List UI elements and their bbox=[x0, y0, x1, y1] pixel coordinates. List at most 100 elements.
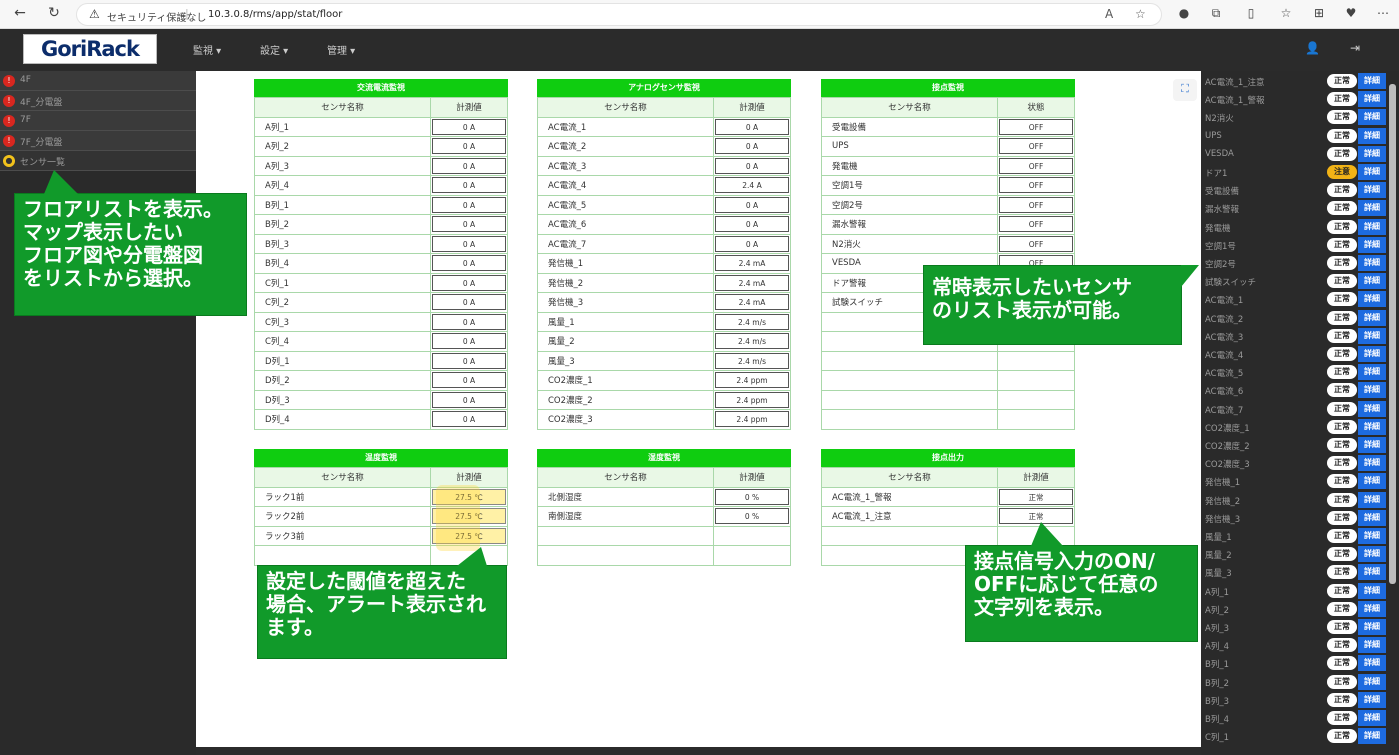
sensor-list-item: 発信機_2 正常 詳細 bbox=[1201, 491, 1387, 509]
nav-settings[interactable]: 設定 ▾ bbox=[260, 42, 288, 57]
detail-button[interactable]: 詳細 bbox=[1358, 273, 1386, 290]
sensor-list-name: AC電流_1 bbox=[1205, 296, 1244, 307]
split-screen-icon[interactable]: ▯ bbox=[1242, 6, 1260, 20]
detail-button[interactable]: 詳細 bbox=[1358, 546, 1386, 563]
detail-button[interactable]: 詳細 bbox=[1358, 182, 1386, 199]
profile-circle-icon[interactable]: ● bbox=[1175, 6, 1193, 20]
sensor-name: AC電流_4 bbox=[537, 175, 714, 196]
detail-button[interactable]: 詳細 bbox=[1358, 509, 1386, 526]
detail-button[interactable]: 詳細 bbox=[1358, 291, 1386, 308]
detail-button[interactable]: 詳細 bbox=[1358, 109, 1386, 126]
sensor-value: 0 A bbox=[715, 157, 789, 174]
sensor-list-scrollbar[interactable] bbox=[1389, 84, 1396, 584]
favorites-icon[interactable]: ☆ bbox=[1277, 6, 1295, 20]
sensor-value: 2.4 mA bbox=[715, 274, 789, 291]
reload-icon[interactable]: ↻ bbox=[44, 5, 64, 21]
alert-icon: ! bbox=[3, 135, 15, 147]
detail-button[interactable]: 詳細 bbox=[1358, 218, 1386, 235]
floor-item-sensor-list[interactable]: ● センサ一覧 bbox=[0, 151, 196, 171]
sensor-list-item: B列_3 正常 詳細 bbox=[1201, 691, 1387, 709]
back-icon[interactable]: ← bbox=[10, 5, 30, 21]
detail-button[interactable]: 詳細 bbox=[1358, 728, 1386, 745]
logout-icon[interactable]: ⇥ bbox=[1350, 41, 1360, 55]
detail-button[interactable]: 詳細 bbox=[1358, 164, 1386, 180]
sensor-value: 0 A bbox=[432, 372, 506, 389]
table-row: AC電流_7 0 A bbox=[537, 233, 791, 254]
sensor-list-name: AC電流_2 bbox=[1205, 314, 1244, 325]
detail-button[interactable]: 詳細 bbox=[1358, 346, 1386, 362]
sensor-name: ラック2前 bbox=[254, 506, 431, 527]
detail-button[interactable]: 詳細 bbox=[1358, 200, 1386, 217]
table-row: B列_3 0 A bbox=[254, 233, 508, 254]
fullscreen-icon[interactable]: ⛶ bbox=[1173, 79, 1197, 101]
table-row: B列_2 0 A bbox=[254, 214, 508, 235]
status-badge: 注意 bbox=[1327, 165, 1357, 179]
detail-button[interactable]: 詳細 bbox=[1358, 619, 1386, 635]
table-row: AC電流_1_警報 正常 bbox=[821, 486, 1075, 507]
column-header-name: センサ名称 bbox=[821, 467, 998, 488]
status-badge: 正常 bbox=[1327, 383, 1357, 398]
user-icon[interactable]: 👤 bbox=[1305, 41, 1320, 55]
sensor-list-item: CO2濃度_1 正常 詳細 bbox=[1201, 418, 1387, 436]
read-aloud-icon[interactable]: A bbox=[1105, 7, 1113, 21]
favorite-star-icon[interactable]: ☆ bbox=[1135, 7, 1146, 21]
detail-button[interactable]: 詳細 bbox=[1358, 528, 1386, 544]
performance-icon[interactable]: ♥ bbox=[1342, 6, 1360, 20]
detail-button[interactable]: 詳細 bbox=[1358, 73, 1386, 89]
extensions-icon[interactable]: ⧉ bbox=[1207, 6, 1225, 21]
address-bar[interactable]: ⚠ セキュリティ保護なし | 10.3.0.8/rms/app/stat/flo… bbox=[76, 3, 1162, 26]
detail-button[interactable]: 詳細 bbox=[1358, 582, 1386, 599]
detail-button[interactable]: 詳細 bbox=[1358, 91, 1386, 108]
sensor-list-name: 漏水警報 bbox=[1205, 205, 1240, 216]
detail-button[interactable]: 詳細 bbox=[1358, 145, 1386, 162]
status-badge: 正常 bbox=[1327, 620, 1357, 634]
detail-button[interactable]: 詳細 bbox=[1358, 364, 1386, 381]
floor-item-4f-panel[interactable]: ! 4F_分電盤 bbox=[0, 91, 196, 111]
detail-button[interactable]: 詳細 bbox=[1358, 382, 1386, 399]
column-header-name: センサ名称 bbox=[254, 97, 431, 118]
detail-button[interactable]: 詳細 bbox=[1358, 437, 1386, 453]
floor-item-4f[interactable]: ! 4F bbox=[0, 71, 196, 91]
detail-button[interactable]: 詳細 bbox=[1358, 673, 1386, 690]
sensor-list-name: AC電流_6 bbox=[1205, 387, 1244, 398]
collections-icon[interactable]: ⊞ bbox=[1310, 6, 1328, 20]
sensor-value: 0 A bbox=[432, 216, 506, 233]
detail-button[interactable]: 詳細 bbox=[1358, 255, 1386, 271]
detail-button[interactable]: 詳細 bbox=[1358, 600, 1386, 617]
table-row bbox=[821, 370, 1075, 391]
sensor-value: 2.4 mA bbox=[715, 294, 789, 311]
sensor-list-name: B列_4 bbox=[1205, 715, 1229, 725]
nav-monitor[interactable]: 監視 ▾ bbox=[193, 42, 221, 57]
status-badge: 正常 bbox=[1327, 237, 1357, 252]
detail-button[interactable]: 詳細 bbox=[1358, 710, 1386, 726]
detail-button[interactable]: 詳細 bbox=[1358, 491, 1386, 508]
detail-button[interactable]: 詳細 bbox=[1358, 564, 1386, 581]
detail-button[interactable]: 詳細 bbox=[1358, 655, 1386, 672]
sensor-name: D列_2 bbox=[254, 370, 431, 391]
nav-admin[interactable]: 管理 ▾ bbox=[327, 42, 355, 57]
detail-button[interactable]: 詳細 bbox=[1358, 473, 1386, 490]
detail-button[interactable]: 詳細 bbox=[1358, 327, 1386, 344]
detail-button[interactable]: 詳細 bbox=[1358, 400, 1386, 417]
sensor-value: 0 A bbox=[432, 235, 506, 252]
detail-button[interactable]: 詳細 bbox=[1358, 236, 1386, 253]
detail-button[interactable]: 詳細 bbox=[1358, 637, 1386, 654]
sensor-list-item: 風量_1 正常 詳細 bbox=[1201, 527, 1387, 545]
sensor-list-name: C列_1 bbox=[1205, 733, 1230, 744]
detail-button[interactable]: 詳細 bbox=[1358, 418, 1386, 435]
app-logo[interactable]: GoriRack bbox=[23, 34, 157, 64]
sensor-name: AC電流_2 bbox=[537, 136, 714, 157]
detail-button[interactable]: 詳細 bbox=[1358, 309, 1386, 326]
detail-button[interactable]: 詳細 bbox=[1358, 691, 1386, 708]
floor-item-7f-panel[interactable]: ! 7F_分電盤 bbox=[0, 131, 196, 151]
panel-title: 温度監視 bbox=[254, 449, 508, 467]
sensor-value: 0 A bbox=[432, 157, 506, 174]
sensor-name bbox=[537, 545, 714, 566]
table-row: D列_1 0 A bbox=[254, 350, 508, 371]
more-menu-icon[interactable]: ⋯ bbox=[1374, 6, 1392, 20]
sensor-name bbox=[821, 370, 998, 391]
detail-button[interactable]: 詳細 bbox=[1358, 127, 1386, 144]
floor-item-7f[interactable]: ! 7F bbox=[0, 111, 196, 131]
alert-icon: ! bbox=[3, 95, 15, 107]
detail-button[interactable]: 詳細 bbox=[1358, 455, 1386, 472]
